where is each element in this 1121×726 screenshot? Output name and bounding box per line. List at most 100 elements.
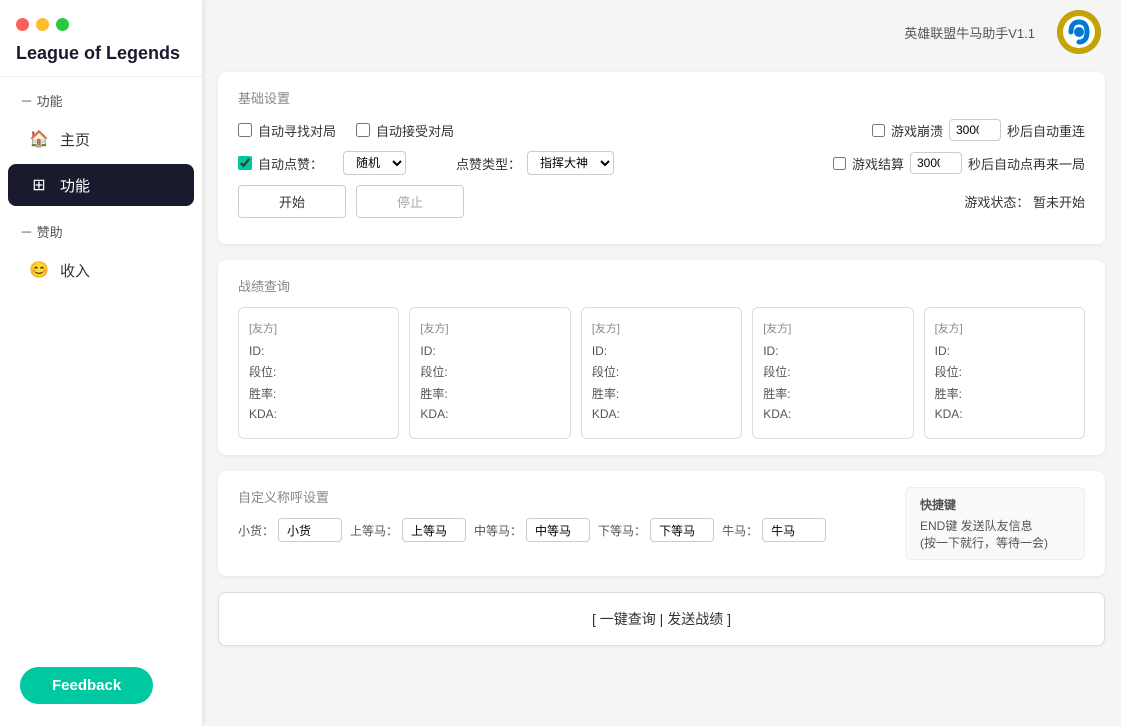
game-status-value: 暂未开始	[1033, 195, 1085, 210]
custom-input-3[interactable]	[650, 518, 714, 542]
game-crash-setting: 游戏崩溃 秒后自动重连	[872, 119, 1085, 141]
custom-label-2: 中等马：	[474, 522, 522, 539]
player-winrate-3: 胜率:	[763, 385, 902, 402]
player-rank-3: 段位:	[763, 363, 902, 380]
custom-input-2[interactable]	[526, 518, 590, 542]
player-kda-4: KDA:	[935, 407, 1074, 421]
custom-input-0[interactable]	[278, 518, 342, 542]
minimize-traffic-light[interactable]	[36, 18, 49, 31]
auto-accept-match-label[interactable]: 自动接受对局	[356, 121, 454, 140]
feedback-button[interactable]: Feedback	[20, 667, 153, 704]
player-id-4: ID:	[935, 344, 1074, 358]
query-button[interactable]: [ 一键查询 | 发送战绩 ]	[218, 592, 1105, 646]
player-id-3: ID:	[763, 344, 902, 358]
player-side-2: [友方]	[592, 320, 731, 336]
auto-like-select[interactable]: 随机 全部 无	[343, 151, 406, 175]
app-title: 英雄联盟牛马助手V1.1	[904, 23, 1035, 42]
player-kda-2: KDA:	[592, 407, 731, 421]
auto-like-checkbox[interactable]	[238, 156, 252, 170]
player-rank-4: 段位:	[935, 363, 1074, 380]
custom-items-row: 小货： 上等马： 中等马： 下等马：	[238, 518, 889, 542]
sidebar-home-label: 主页	[60, 129, 90, 150]
player-side-4: [友方]	[935, 320, 1074, 336]
custom-section: 自定义称呼设置 小货： 上等马： 中等马： 下	[218, 471, 1105, 576]
custom-label-3: 下等马：	[598, 522, 646, 539]
basic-settings-row1: 自动寻找对局 自动接受对局 游戏崩溃 秒后自动重连	[238, 119, 1085, 141]
stop-button[interactable]: 停止	[356, 185, 464, 218]
player-rank-1: 段位:	[420, 363, 559, 380]
player-kda-3: KDA:	[763, 407, 902, 421]
shortcut-line2: (按一下就行，等待一会)	[920, 534, 1070, 551]
custom-nickname-title: 自定义称呼设置	[238, 487, 889, 506]
section-label-feature: － 功能	[0, 77, 202, 116]
basic-settings-row2: 自动点赞： 随机 全部 无 点赞类型： 指挥大神 牛马 好队友 游戏结算 秒后自…	[238, 151, 1085, 175]
custom-input-1[interactable]	[402, 518, 466, 542]
feature-icon: ⊞	[28, 174, 50, 196]
player-side-0: [友方]	[249, 320, 388, 336]
player-winrate-0: 胜率:	[249, 385, 388, 402]
app-logo-icon	[1057, 10, 1101, 54]
player-card-1: [友方] ID: 段位: 胜率: KDA:	[409, 307, 570, 439]
custom-shortcut-row: 自定义称呼设置 小货： 上等马： 中等马： 下	[238, 487, 1085, 560]
player-winrate-2: 胜率:	[592, 385, 731, 402]
auto-find-match-label[interactable]: 自动寻找对局	[238, 121, 336, 140]
game-end-checkbox[interactable]	[833, 157, 846, 170]
player-id-2: ID:	[592, 344, 731, 358]
player-id-0: ID:	[249, 344, 388, 358]
player-card-4: [友方] ID: 段位: 胜率: KDA:	[924, 307, 1085, 439]
game-crash-suffix: 秒后自动重连	[1007, 121, 1085, 140]
player-card-2: [友方] ID: 段位: 胜率: KDA:	[581, 307, 742, 439]
basic-settings-row3: 开始 停止 游戏状态： 暂未开始	[238, 185, 1085, 218]
custom-input-4[interactable]	[762, 518, 826, 542]
auto-find-match-checkbox[interactable]	[238, 123, 252, 137]
app-logo-svg	[1057, 10, 1101, 54]
sidebar-item-home[interactable]: 🏠 主页	[8, 118, 194, 160]
traffic-lights	[16, 18, 186, 31]
auto-accept-match-checkbox[interactable]	[356, 123, 370, 137]
start-button[interactable]: 开始	[238, 185, 346, 218]
player-id-1: ID:	[420, 344, 559, 358]
custom-label-4: 牛马：	[722, 522, 758, 539]
main-content: 英雄联盟牛马助手V1.1 基础设置 自动寻找对局 自动接受对局	[202, 0, 1121, 726]
player-cards-container: [友方] ID: 段位: 胜率: KDA: [友方] ID: 段位: 胜率: K…	[238, 307, 1085, 439]
battle-stats-title: 战绩查询	[238, 276, 1085, 295]
player-card-0: [友方] ID: 段位: 胜率: KDA:	[238, 307, 399, 439]
game-end-suffix: 秒后自动点再来一局	[968, 154, 1085, 173]
top-bar: 英雄联盟牛马助手V1.1	[202, 0, 1121, 64]
app-logo-title: League of Legends	[16, 41, 186, 66]
player-winrate-1: 胜率:	[420, 385, 559, 402]
sidebar-item-feature[interactable]: ⊞ 功能	[8, 164, 194, 206]
game-crash-checkbox[interactable]	[872, 124, 885, 137]
custom-label-0: 小货：	[238, 522, 274, 539]
like-type-group: 点赞类型： 指挥大神 牛马 好队友	[456, 151, 614, 175]
custom-item-3: 下等马：	[598, 518, 714, 542]
game-end-input[interactable]	[910, 152, 962, 174]
player-side-1: [友方]	[420, 320, 559, 336]
game-end-setting: 游戏结算 秒后自动点再来一局	[833, 152, 1085, 174]
custom-item-2: 中等马：	[474, 518, 590, 542]
player-kda-1: KDA:	[420, 407, 559, 421]
like-type-select[interactable]: 指挥大神 牛马 好队友	[527, 151, 614, 175]
game-end-label: 游戏结算	[852, 154, 904, 173]
player-winrate-4: 胜率:	[935, 385, 1074, 402]
custom-nickname-area: 自定义称呼设置 小货： 上等马： 中等马： 下	[238, 487, 889, 542]
shortcut-line1: END键 发送队友信息	[920, 517, 1070, 534]
player-card-3: [友方] ID: 段位: 胜率: KDA:	[752, 307, 913, 439]
player-kda-0: KDA:	[249, 407, 388, 421]
game-crash-input[interactable]	[949, 119, 1001, 141]
close-traffic-light[interactable]	[16, 18, 29, 31]
feedback-area: Feedback	[20, 667, 153, 704]
custom-label-1: 上等马：	[350, 522, 398, 539]
auto-like-label[interactable]: 自动点赞：	[238, 154, 323, 173]
game-crash-label: 游戏崩溃	[891, 121, 943, 140]
player-rank-0: 段位:	[249, 363, 388, 380]
player-rank-2: 段位:	[592, 363, 731, 380]
home-icon: 🏠	[28, 128, 50, 150]
sidebar-item-income[interactable]: 😊 收入	[8, 249, 194, 291]
sidebar-feature-label: 功能	[60, 175, 90, 196]
maximize-traffic-light[interactable]	[56, 18, 69, 31]
sidebar-income-label: 收入	[60, 260, 90, 281]
like-type-label: 点赞类型：	[456, 154, 521, 173]
custom-item-4: 牛马：	[722, 518, 826, 542]
query-button-label: [ 一键查询 | 发送战绩 ]	[592, 611, 731, 627]
